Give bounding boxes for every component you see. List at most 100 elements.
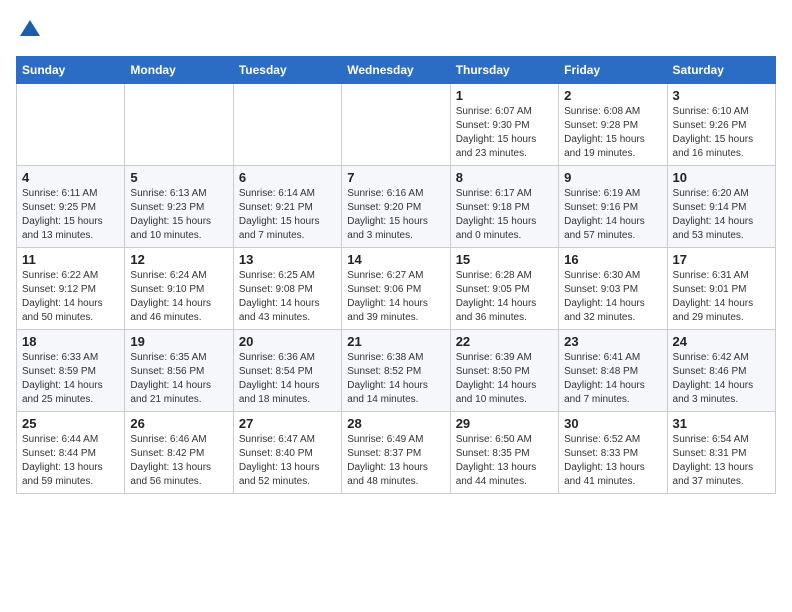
day-number: 15 (456, 252, 553, 267)
calendar-cell: 10Sunrise: 6:20 AM Sunset: 9:14 PM Dayli… (667, 166, 775, 248)
calendar-cell: 31Sunrise: 6:54 AM Sunset: 8:31 PM Dayli… (667, 412, 775, 494)
day-info: Sunrise: 6:52 AM Sunset: 8:33 PM Dayligh… (564, 433, 661, 489)
calendar-cell (233, 84, 341, 166)
day-info: Sunrise: 6:31 AM Sunset: 9:01 PM Dayligh… (673, 269, 770, 325)
day-info: Sunrise: 6:24 AM Sunset: 9:10 PM Dayligh… (130, 269, 227, 325)
calendar-table: SundayMondayTuesdayWednesdayThursdayFrid… (16, 56, 776, 494)
day-info: Sunrise: 6:35 AM Sunset: 8:56 PM Dayligh… (130, 351, 227, 407)
day-number: 22 (456, 334, 553, 349)
day-number: 19 (130, 334, 227, 349)
calendar-header-saturday: Saturday (667, 57, 775, 84)
calendar-header-friday: Friday (559, 57, 667, 84)
day-number: 13 (239, 252, 336, 267)
calendar-cell: 6 Sunrise: 6:14 AM Sunset: 9:21 PM Daylig… (233, 166, 341, 248)
day-number: 12 (130, 252, 227, 267)
calendar-cell: 2 Sunrise: 6:08 AM Sunset: 9:28 PM Daylig… (559, 84, 667, 166)
calendar-cell (125, 84, 233, 166)
calendar-cell (342, 84, 450, 166)
day-number: 23 (564, 334, 661, 349)
day-number: 2 (564, 88, 661, 103)
calendar-cell (17, 84, 125, 166)
day-number: 14 (347, 252, 444, 267)
calendar-cell: 25 Sunrise: 6:44 AM Sunset: 8:44 PM Dayli… (17, 412, 125, 494)
calendar-cell: 4Sunrise: 6:11 AM Sunset: 9:25 PM Daylig… (17, 166, 125, 248)
day-info: Sunrise: 6:27 AM Sunset: 9:06 PM Dayligh… (347, 269, 444, 325)
calendar-cell: 18Sunrise: 6:33 AM Sunset: 8:59 PM Dayli… (17, 330, 125, 412)
calendar-cell: 1 Sunrise: 6:07 AM Sunset: 9:30 PM Daylig… (450, 84, 558, 166)
day-info: Sunrise: 6:30 AM Sunset: 9:03 PM Dayligh… (564, 269, 661, 325)
day-number: 27 (239, 416, 336, 431)
day-info: Sunrise: 6:33 AM Sunset: 8:59 PM Dayligh… (22, 351, 119, 407)
day-number: 6 (239, 170, 336, 185)
calendar-header-sunday: Sunday (17, 57, 125, 84)
day-info: Sunrise: 6:17 AM Sunset: 9:18 PM Dayligh… (456, 187, 553, 243)
calendar-cell: 11 Sunrise: 6:22 AM Sunset: 9:12 PM Dayli… (17, 248, 125, 330)
day-info: Sunrise: 6:39 AM Sunset: 8:50 PM Dayligh… (456, 351, 553, 407)
day-info: Sunrise: 6:25 AM Sunset: 9:08 PM Dayligh… (239, 269, 336, 325)
day-number: 4 (22, 170, 119, 185)
day-number: 21 (347, 334, 444, 349)
calendar-header-thursday: Thursday (450, 57, 558, 84)
day-info: Sunrise: 6:44 AM Sunset: 8:44 PM Dayligh… (22, 433, 119, 489)
day-number: 25 (22, 416, 119, 431)
day-info: Sunrise: 6:19 AM Sunset: 9:16 PM Dayligh… (564, 187, 661, 243)
day-info: Sunrise: 6:41 AM Sunset: 8:48 PM Dayligh… (564, 351, 661, 407)
calendar-cell: 14 Sunrise: 6:27 AM Sunset: 9:06 PM Dayli… (342, 248, 450, 330)
day-info: Sunrise: 6:38 AM Sunset: 8:52 PM Dayligh… (347, 351, 444, 407)
calendar-cell: 7 Sunrise: 6:16 AM Sunset: 9:20 PM Daylig… (342, 166, 450, 248)
calendar-cell: 5 Sunrise: 6:13 AM Sunset: 9:23 PM Daylig… (125, 166, 233, 248)
day-number: 7 (347, 170, 444, 185)
day-info: Sunrise: 6:50 AM Sunset: 8:35 PM Dayligh… (456, 433, 553, 489)
calendar-cell: 12 Sunrise: 6:24 AM Sunset: 9:10 PM Dayli… (125, 248, 233, 330)
calendar-cell: 16 Sunrise: 6:30 AM Sunset: 9:03 PM Dayli… (559, 248, 667, 330)
day-number: 17 (673, 252, 770, 267)
day-info: Sunrise: 6:13 AM Sunset: 9:23 PM Dayligh… (130, 187, 227, 243)
page-header (16, 16, 776, 44)
day-info: Sunrise: 6:54 AM Sunset: 8:31 PM Dayligh… (673, 433, 770, 489)
day-number: 11 (22, 252, 119, 267)
calendar-cell: 13 Sunrise: 6:25 AM Sunset: 9:08 PM Dayli… (233, 248, 341, 330)
day-info: Sunrise: 6:42 AM Sunset: 8:46 PM Dayligh… (673, 351, 770, 407)
calendar-cell: 17 Sunrise: 6:31 AM Sunset: 9:01 PM Dayli… (667, 248, 775, 330)
day-info: Sunrise: 6:47 AM Sunset: 8:40 PM Dayligh… (239, 433, 336, 489)
day-info: Sunrise: 6:14 AM Sunset: 9:21 PM Dayligh… (239, 187, 336, 243)
day-info: Sunrise: 6:08 AM Sunset: 9:28 PM Dayligh… (564, 105, 661, 161)
calendar-cell: 27 Sunrise: 6:47 AM Sunset: 8:40 PM Dayli… (233, 412, 341, 494)
day-number: 20 (239, 334, 336, 349)
day-number: 16 (564, 252, 661, 267)
day-number: 5 (130, 170, 227, 185)
calendar-cell: 28Sunrise: 6:49 AM Sunset: 8:37 PM Dayli… (342, 412, 450, 494)
calendar-cell: 19 Sunrise: 6:35 AM Sunset: 8:56 PM Dayli… (125, 330, 233, 412)
day-info: Sunrise: 6:28 AM Sunset: 9:05 PM Dayligh… (456, 269, 553, 325)
calendar-week-5: 25 Sunrise: 6:44 AM Sunset: 8:44 PM Dayli… (17, 412, 776, 494)
calendar-cell: 23 Sunrise: 6:41 AM Sunset: 8:48 PM Dayli… (559, 330, 667, 412)
day-number: 8 (456, 170, 553, 185)
calendar-cell: 22 Sunrise: 6:39 AM Sunset: 8:50 PM Dayli… (450, 330, 558, 412)
calendar-header-row: SundayMondayTuesdayWednesdayThursdayFrid… (17, 57, 776, 84)
day-info: Sunrise: 6:16 AM Sunset: 9:20 PM Dayligh… (347, 187, 444, 243)
calendar-header-tuesday: Tuesday (233, 57, 341, 84)
day-number: 3 (673, 88, 770, 103)
calendar-cell: 8 Sunrise: 6:17 AM Sunset: 9:18 PM Daylig… (450, 166, 558, 248)
day-info: Sunrise: 6:07 AM Sunset: 9:30 PM Dayligh… (456, 105, 553, 161)
day-number: 26 (130, 416, 227, 431)
calendar-cell: 3Sunrise: 6:10 AM Sunset: 9:26 PM Daylig… (667, 84, 775, 166)
calendar-cell: 29 Sunrise: 6:50 AM Sunset: 8:35 PM Dayli… (450, 412, 558, 494)
day-info: Sunrise: 6:36 AM Sunset: 8:54 PM Dayligh… (239, 351, 336, 407)
calendar-cell: 24 Sunrise: 6:42 AM Sunset: 8:46 PM Dayli… (667, 330, 775, 412)
day-number: 30 (564, 416, 661, 431)
day-info: Sunrise: 6:22 AM Sunset: 9:12 PM Dayligh… (22, 269, 119, 325)
calendar-cell: 20 Sunrise: 6:36 AM Sunset: 8:54 PM Dayli… (233, 330, 341, 412)
day-number: 1 (456, 88, 553, 103)
calendar-cell: 30 Sunrise: 6:52 AM Sunset: 8:33 PM Dayli… (559, 412, 667, 494)
day-number: 9 (564, 170, 661, 185)
day-info: Sunrise: 6:46 AM Sunset: 8:42 PM Dayligh… (130, 433, 227, 489)
calendar-week-1: 1 Sunrise: 6:07 AM Sunset: 9:30 PM Daylig… (17, 84, 776, 166)
day-info: Sunrise: 6:20 AM Sunset: 9:14 PM Dayligh… (673, 187, 770, 243)
day-number: 29 (456, 416, 553, 431)
logo (16, 16, 48, 44)
calendar-week-2: 4Sunrise: 6:11 AM Sunset: 9:25 PM Daylig… (17, 166, 776, 248)
calendar-cell: 26 Sunrise: 6:46 AM Sunset: 8:42 PM Dayli… (125, 412, 233, 494)
calendar-cell: 15 Sunrise: 6:28 AM Sunset: 9:05 PM Dayli… (450, 248, 558, 330)
day-number: 24 (673, 334, 770, 349)
